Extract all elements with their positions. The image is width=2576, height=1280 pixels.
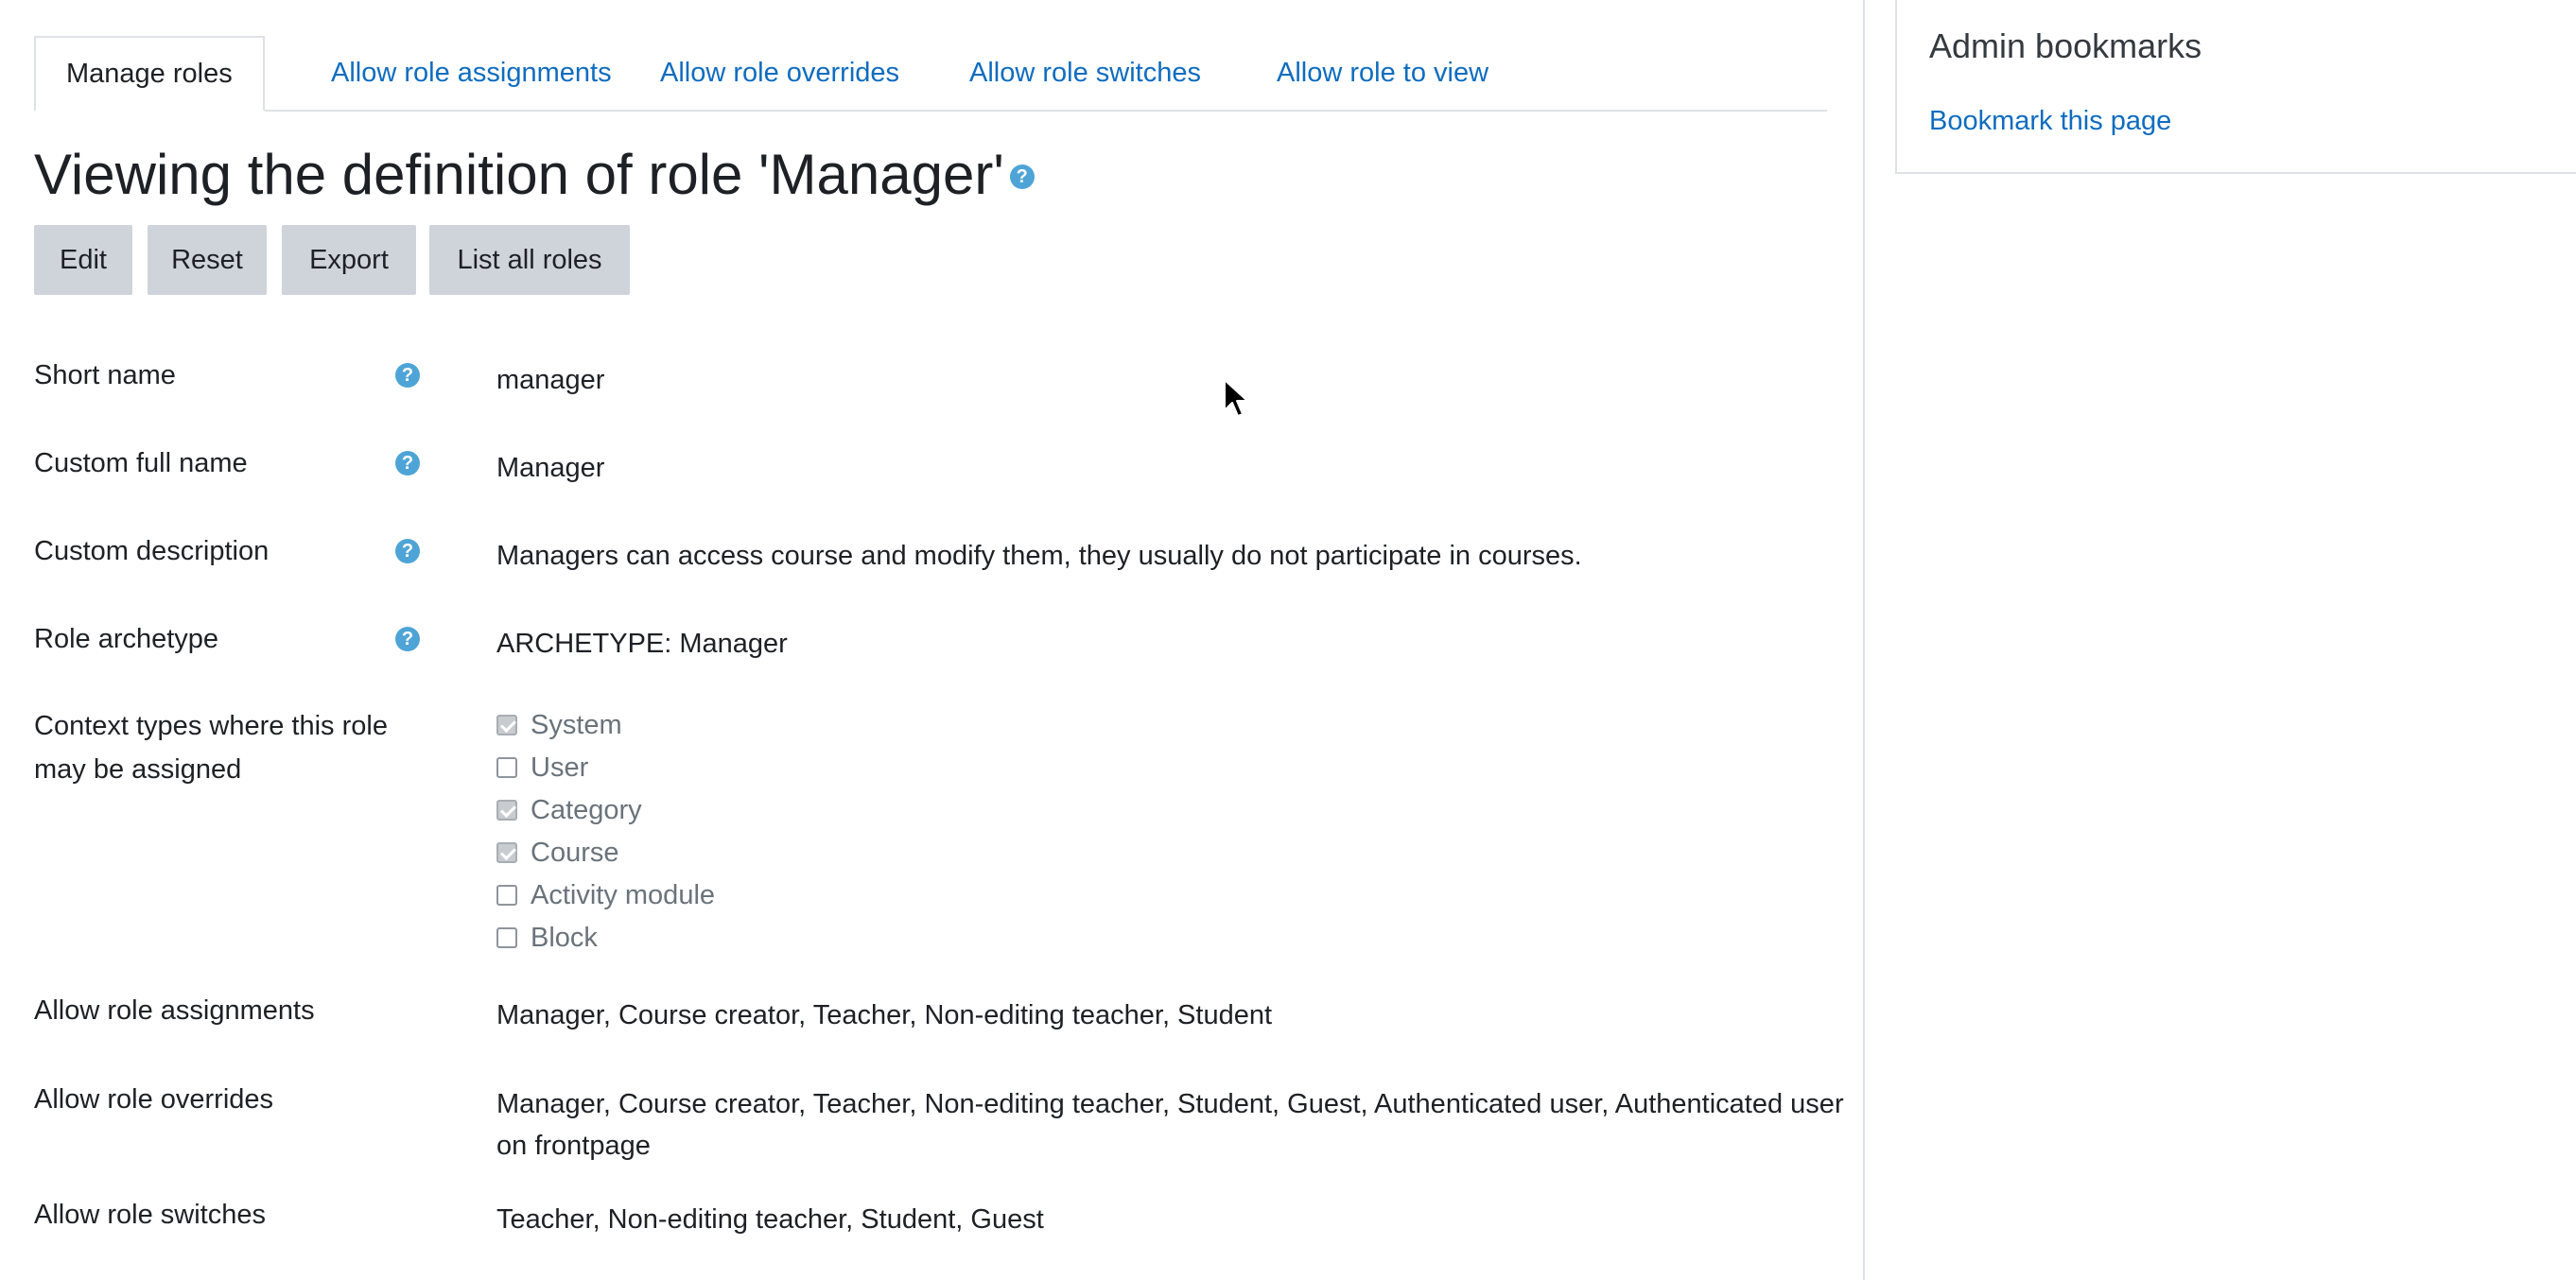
role-archetype-label: Role archetype bbox=[34, 624, 219, 654]
checkbox-system bbox=[496, 715, 517, 735]
checkbox-activity-module bbox=[496, 885, 517, 906]
checkbox-label: System bbox=[531, 710, 622, 740]
allow-role-overrides-label: Allow role overrides bbox=[34, 1084, 274, 1115]
context-option-block: Block bbox=[496, 917, 1849, 960]
checkbox-category bbox=[496, 800, 517, 821]
allow-role-assignments-label: Allow role assignments bbox=[34, 995, 315, 1026]
context-option-user: User bbox=[496, 747, 1849, 789]
custom-description-label: Custom description bbox=[34, 536, 270, 566]
checkbox-label: User bbox=[531, 752, 589, 783]
tab-allow-role-overrides[interactable]: Allow role overrides bbox=[630, 36, 930, 110]
help-icon[interactable]: ? bbox=[1009, 164, 1035, 190]
edit-button[interactable]: Edit bbox=[34, 225, 132, 295]
role-archetype-value: ARCHETYPE: Manager bbox=[496, 629, 788, 659]
context-types-checkboxes: System User Category Course Activity mod… bbox=[496, 704, 1849, 960]
short-name-value: manager bbox=[496, 365, 605, 395]
custom-full-name-label: Custom full name bbox=[34, 448, 248, 478]
export-button[interactable]: Export bbox=[282, 225, 416, 295]
help-icon[interactable]: ? bbox=[395, 363, 420, 388]
allow-role-switches-value: Teacher, Non-editing teacher, Student, G… bbox=[496, 1204, 1044, 1235]
custom-full-name-value: Manager bbox=[496, 453, 605, 483]
column-divider bbox=[1863, 0, 1865, 1280]
checkbox-block bbox=[496, 927, 517, 948]
tab-allow-role-switches[interactable]: Allow role switches bbox=[939, 36, 1231, 110]
bookmark-this-page-link[interactable]: Bookmark this page bbox=[1929, 106, 2171, 137]
short-name-label: Short name bbox=[34, 360, 176, 390]
context-types-label: Context types where this role may be ass… bbox=[34, 711, 388, 785]
custom-description-value: Managers can access course and modify th… bbox=[496, 541, 1582, 571]
checkbox-label: Course bbox=[531, 838, 619, 868]
checkbox-course bbox=[496, 842, 517, 863]
tab-allow-role-to-view[interactable]: Allow role to view bbox=[1246, 36, 1519, 110]
context-option-category: Category bbox=[496, 789, 1849, 832]
context-option-course: Course bbox=[496, 832, 1849, 874]
tab-manage-roles[interactable]: Manage roles bbox=[34, 36, 265, 112]
allow-role-assignments-value: Manager, Course creator, Teacher, Non-ed… bbox=[496, 1000, 1273, 1030]
page-title-text: Viewing the definition of role 'Manager' bbox=[34, 143, 1004, 206]
list-all-roles-button[interactable]: List all roles bbox=[429, 225, 630, 295]
help-icon[interactable]: ? bbox=[395, 539, 420, 563]
checkbox-label: Category bbox=[531, 795, 642, 825]
checkbox-label: Activity module bbox=[531, 880, 716, 910]
page-title: Viewing the definition of role 'Manager'… bbox=[34, 142, 1035, 207]
allow-role-overrides-value: Manager, Course creator, Teacher, Non-ed… bbox=[496, 1089, 1844, 1161]
tab-allow-role-assignments[interactable]: Allow role assignments bbox=[301, 36, 642, 110]
mouse-pointer-icon bbox=[1224, 379, 1248, 417]
context-option-activity-module: Activity module bbox=[496, 874, 1849, 917]
checkbox-user bbox=[496, 757, 517, 778]
role-tabs: Manage roles Allow role assignments Allo… bbox=[34, 36, 1827, 112]
context-option-system: System bbox=[496, 704, 1849, 747]
help-icon[interactable]: ? bbox=[395, 451, 420, 476]
admin-bookmarks-block: Admin bookmarks Bookmark this page bbox=[1895, 0, 2576, 174]
reset-button[interactable]: Reset bbox=[148, 225, 267, 295]
checkbox-label: Block bbox=[531, 923, 598, 953]
allow-role-switches-label: Allow role switches bbox=[34, 1200, 266, 1230]
admin-bookmarks-title: Admin bookmarks bbox=[1929, 26, 2202, 65]
help-icon[interactable]: ? bbox=[395, 627, 420, 651]
